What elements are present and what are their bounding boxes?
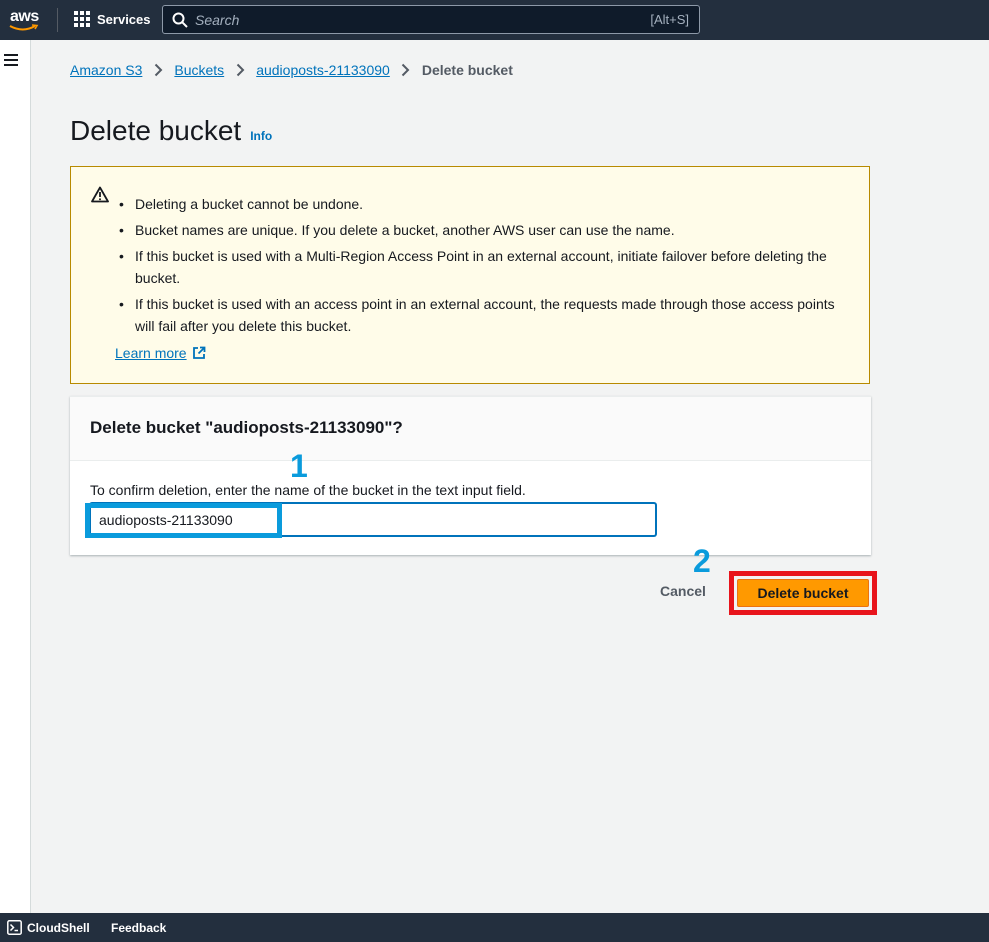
aws-smile-icon — [9, 24, 39, 31]
panel-header: Delete bucket "audioposts-21133090"? — [70, 397, 871, 461]
annotation-step-1: 1 — [290, 448, 308, 484]
terminal-icon — [7, 920, 22, 935]
bucket-name-confirm-input[interactable] — [90, 503, 656, 536]
warning-list: Deleting a bucket cannot be undone. Buck… — [115, 193, 855, 341]
search-shortcut: [Alt+S] — [650, 12, 689, 27]
side-navigation-strip — [0, 40, 31, 913]
warning-item: Deleting a bucket cannot be undone. — [115, 193, 855, 215]
page-title: Delete bucket — [70, 115, 242, 146]
search-icon — [172, 12, 188, 28]
aws-logo[interactable]: aws — [8, 6, 42, 34]
confirm-description: To confirm deletion, enter the name of t… — [90, 482, 526, 498]
menu-icon[interactable] — [4, 54, 18, 66]
feedback-link[interactable]: Feedback — [111, 921, 166, 935]
external-link-icon — [192, 346, 205, 359]
breadcrumb: Amazon S3 Buckets audioposts-21133090 De… — [70, 62, 513, 78]
footer-bar: CloudShell Feedback — [0, 913, 989, 942]
panel-title: Delete bucket "audioposts-21133090"? — [90, 418, 403, 437]
warning-item: If this bucket is used with a Multi-Regi… — [115, 245, 855, 289]
services-label: Services — [97, 11, 151, 27]
learn-more-link[interactable]: Learn more — [115, 345, 206, 361]
breadcrumb-current: Delete bucket — [421, 62, 513, 78]
nav-divider — [57, 8, 58, 32]
warning-alert: Deleting a bucket cannot be undone. Buck… — [70, 166, 870, 384]
page-header: Delete bucket Info — [70, 115, 272, 147]
delete-bucket-button[interactable]: Delete bucket — [737, 579, 869, 607]
search-bar[interactable]: [Alt+S] — [162, 5, 700, 34]
info-link[interactable]: Info — [250, 129, 272, 143]
breadcrumb-buckets[interactable]: Buckets — [174, 62, 224, 78]
chevron-right-icon — [224, 63, 256, 77]
breadcrumb-bucket-name[interactable]: audioposts-21133090 — [256, 62, 390, 78]
breadcrumb-amazon-s3[interactable]: Amazon S3 — [70, 62, 142, 78]
warning-item: Bucket names are unique. If you delete a… — [115, 219, 855, 241]
confirm-delete-panel: Delete bucket "audioposts-21133090"? To … — [70, 396, 871, 555]
services-menu-button[interactable]: Services — [74, 11, 151, 27]
grid-icon — [74, 11, 90, 27]
warning-item: If this bucket is used with an access po… — [115, 293, 855, 337]
chevron-right-icon — [390, 63, 422, 77]
annotation-step-2: 2 — [693, 543, 711, 579]
cancel-button[interactable]: Cancel — [648, 578, 718, 604]
annotation-highlight-2: Delete bucket — [729, 571, 877, 615]
top-navigation: aws Services [Alt+S] — [0, 0, 989, 40]
chevron-right-icon — [142, 63, 174, 77]
warning-icon — [91, 186, 109, 203]
cloudshell-label: CloudShell — [27, 920, 90, 935]
learn-more-label: Learn more — [115, 345, 187, 361]
search-input[interactable] — [195, 6, 635, 33]
cloudshell-button[interactable]: CloudShell — [7, 920, 90, 935]
